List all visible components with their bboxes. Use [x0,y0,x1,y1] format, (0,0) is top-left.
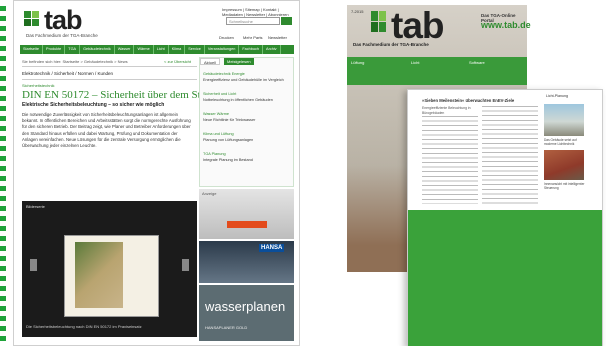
photo-caption: Das Gebäude setzt auf moderne Lichttechn… [544,138,577,146]
gallery-caption: Die Sicherheitsbeleuchtung nach DIN EN 5… [26,324,142,329]
teaser-link[interactable]: Gebäudetechnik Energie [203,72,245,76]
advert-subline: HANSAPLANER GOLD [205,325,248,330]
screenshot-canvas: tab Das Fachmedium der TGA-Branche Impre… [0,0,606,346]
text-column [422,116,478,204]
page-section: Licht-Planung [546,94,568,98]
nav-item[interactable]: Veranstaltungen [205,45,240,54]
teaser-text: Neue Richtlinie für Trinkwasser [203,118,256,122]
magazine-subtitle: Das Fachmedium der TGA-Branche [353,42,429,47]
gallery-next-icon[interactable] [182,259,189,271]
page-headline: »Sieben Meilenstein« überwachten EnEV-Zi… [422,98,515,103]
hansa-logo: HANSA [259,244,285,252]
advert-cta-button[interactable] [227,221,267,228]
search-input[interactable]: Schnellsuche [226,17,280,25]
website-screenshot: tab Das Fachmedium der TGA-Branche Impre… [13,0,300,346]
topic-label: Lüftung [351,60,365,65]
nav-item[interactable]: Licht [154,45,169,54]
teaser-link[interactable]: Wasser Wärme [203,112,229,116]
advert-headline: wasserplanen [205,299,286,314]
logo-icon [24,11,40,29]
magazine-logo-icon [371,11,387,33]
magazine-logo: tab [391,5,444,46]
nav-item[interactable]: Service [185,45,205,54]
portal-url: www.tab.de [481,20,531,30]
tab-most-read[interactable]: Meistgelesen [224,58,254,65]
nav-item[interactable]: Fachbuch [239,45,264,54]
topic-label: Software [469,60,485,65]
teaser-text: Energieeffizienz und Gebäudehülle im Ver… [203,78,284,82]
article-subhead: Elektrische Sicherheitsbeleuchtung – so … [22,102,165,108]
nav-item[interactable]: Gebäudetechnik [80,45,115,54]
article-kicker: Elektrotechnik / Sicherheit / Normen / K… [22,71,114,76]
breadcrumb[interactable]: Sie befinden sich hier: Startseite > Geb… [22,59,128,64]
dashed-separator [0,6,6,342]
nav-item[interactable]: Produkte [43,45,66,54]
teaser-link[interactable]: Sicherheit und Licht [203,92,236,96]
nav-item[interactable]: TGA [65,45,81,54]
cover-topics: Lüftung Licht Software [347,57,527,85]
print-link[interactable]: Drucken [219,35,234,40]
text-column [482,106,538,204]
article-body: Die notwendige Zuverlässigkeit von Siche… [22,112,191,149]
photo-caption: Innenansicht mit intelligenter Steuerung [544,182,585,190]
teaser-link[interactable]: TGA Planung [203,152,226,156]
wasserplanen-advert[interactable]: wasserplanen HANSAPLANER GOLD [199,285,294,341]
article-category[interactable]: Sicherheitstechnik [22,83,54,88]
nav-item[interactable]: Wasser [115,45,135,54]
divider [22,66,197,67]
teaser-text: Notbeleuchtung in öffentlichen Gebäuden [203,98,273,102]
topic-label: Licht [411,60,420,65]
teaser-text: Integrale Planung im Bestand [203,158,253,162]
image-gallery: Bilderserie Die Sicherheitsbeleuchtung n… [22,201,197,337]
building-photo [544,104,584,136]
advert-banner[interactable]: Anzeige [199,189,294,239]
newsletter-link[interactable]: Newsletter [268,35,287,40]
site-tagline: Das Fachmedium der TGA-Branche [26,33,98,38]
interior-photo [544,150,584,180]
utility-links[interactable]: Impressum | Sitemap | Kontakt | Mediadat… [222,7,299,17]
nav-item[interactable]: Startseite [20,45,44,54]
teaser-text: Planung von Lüftungsanlagen [203,138,254,142]
divider [22,79,197,80]
back-link[interactable]: < zur Übersicht [164,59,191,64]
main-navigation: Startseite Produkte TGA Gebäudetechnik W… [20,45,294,54]
site-logo[interactable]: tab [44,5,82,36]
green-panel [408,210,602,346]
gallery-prev-icon[interactable] [30,259,37,271]
more-parts-link[interactable]: Mehr Parts [243,35,263,40]
hansa-advert[interactable]: HANSA [199,241,294,283]
page-intro: Energieeffiziente Beleuchtung in Bürogeb… [422,106,471,115]
teaser-link[interactable]: Klima und Lüftung [203,132,234,136]
site-header: tab Das Fachmedium der TGA-Branche Impre… [14,1,299,45]
nav-item[interactable]: Wärme [134,45,154,54]
gallery-image[interactable] [64,235,159,317]
advert-label: Anzeige [202,191,217,196]
nav-item[interactable]: Klima [169,45,186,54]
tab-current[interactable]: Aktuell [200,58,221,65]
search-button[interactable] [281,17,292,25]
sidebar-teasers: Aktuell Meistgelesen Gebäudetechnik Ener… [199,57,294,187]
article-page: Licht-Planung »Sieben Meilenstein« überw… [407,89,603,346]
nav-item[interactable]: Archiv [263,45,281,54]
issue-number: 7-2015 [351,9,364,14]
gallery-label: Bilderserie [26,204,45,209]
